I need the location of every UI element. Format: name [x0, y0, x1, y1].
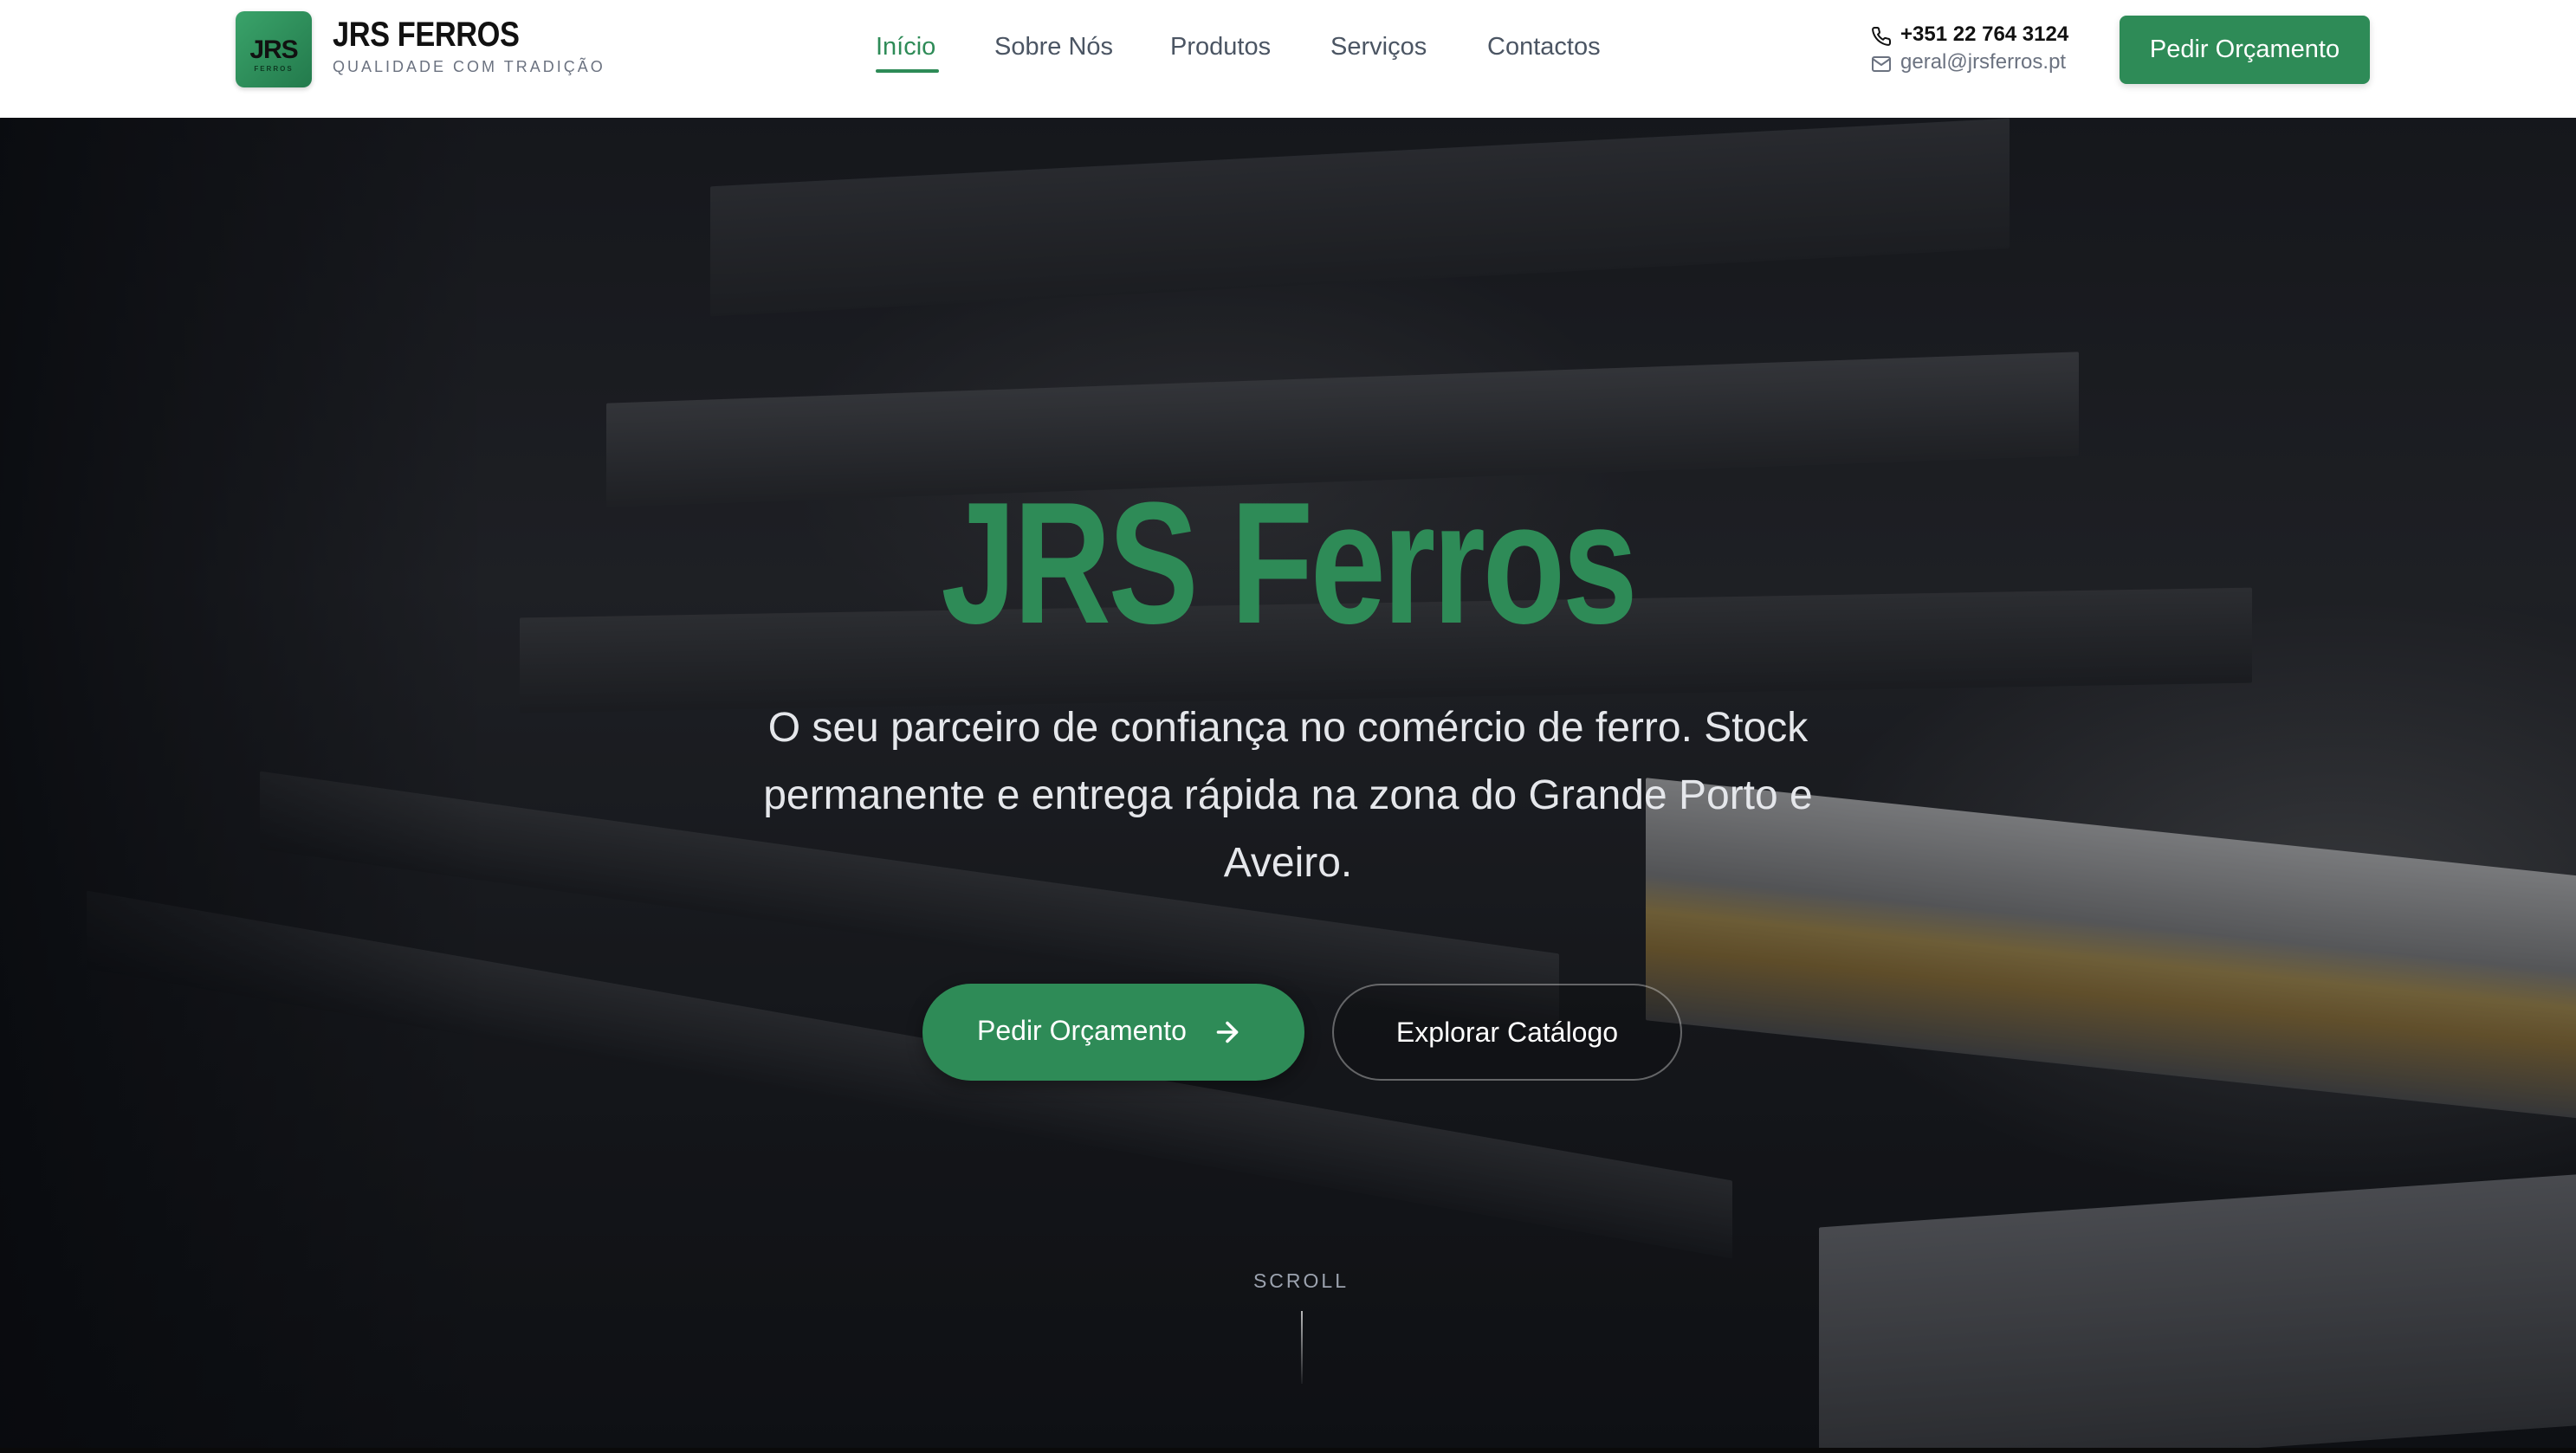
logo[interactable]: JRS FERROS [236, 11, 312, 87]
nav-item-produtos[interactable]: Produtos [1170, 33, 1271, 61]
nav-item-inicio[interactable]: Início [876, 33, 935, 61]
logo-sub: FERROS [254, 65, 294, 73]
logo-mark: JRS [249, 36, 298, 64]
scroll-indicator-label[interactable]: SCROLL [0, 1269, 2576, 1293]
hero-description: O seu parceiro de confiança no comércio … [763, 705, 1813, 886]
hero-catalog-button[interactable]: Explorar Catálogo [1332, 984, 1682, 1081]
scroll-indicator-line [1301, 1311, 1303, 1384]
mail-icon [1872, 56, 1891, 72]
nav-item-contactos[interactable]: Contactos [1487, 33, 1601, 61]
email-address[interactable]: geral@jrsferros.pt [1900, 50, 2066, 74]
header-quote-button[interactable]: Pedir Orçamento [2120, 16, 2370, 84]
page-bottom-edge [0, 1448, 2576, 1453]
phone-icon [1872, 26, 1892, 46]
nav-active-indicator [876, 69, 939, 73]
hero-quote-button-label: Pedir Orçamento [977, 1015, 1187, 1046]
brand-tagline: QUALIDADE COM TRADIÇÃO [333, 58, 605, 75]
nav-item-sobre-nos[interactable]: Sobre Nós [994, 33, 1113, 61]
hero-quote-button[interactable]: Pedir Orçamento [922, 984, 1304, 1081]
arrow-right-icon [1216, 1021, 1239, 1043]
brand-name[interactable]: JRS FERROS [333, 16, 520, 55]
hero-title: JRS Ferros [941, 467, 1637, 660]
nav-item-servicos[interactable]: Serviços [1330, 33, 1427, 61]
site-header: JRS FERROS JRS FERROS QUALIDADE COM TRAD… [0, 0, 2576, 119]
hero-section: JRS Ferros O seu parceiro de confiança n… [0, 118, 2576, 1453]
phone-number[interactable]: +351 22 764 3124 [1900, 23, 2068, 47]
